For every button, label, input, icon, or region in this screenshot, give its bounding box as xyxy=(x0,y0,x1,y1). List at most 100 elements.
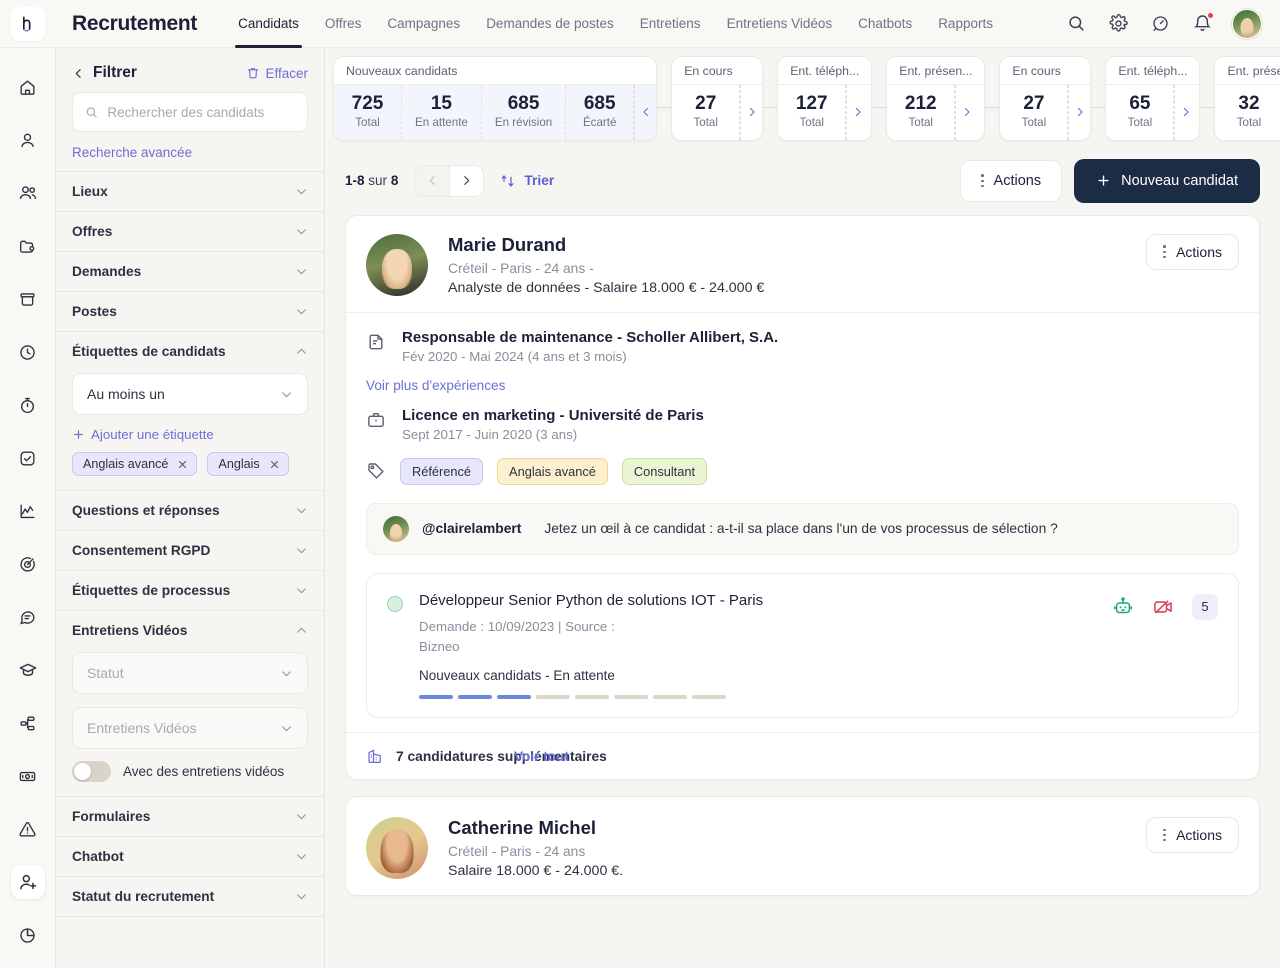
robot-icon[interactable] xyxy=(1112,596,1134,618)
stage-card-en-cours-1[interactable]: En cours 27 Total xyxy=(671,56,764,141)
more-experiences-link[interactable]: Voir plus d'expériences xyxy=(366,378,505,393)
home-icon[interactable] xyxy=(11,70,45,104)
chat-bubble-icon[interactable] xyxy=(11,600,45,634)
check-square-icon[interactable] xyxy=(11,441,45,475)
clear-filters-button[interactable]: Effacer xyxy=(246,66,308,81)
filter-section-formulaires-header[interactable]: Formulaires xyxy=(56,797,324,836)
chevron-left-icon[interactable] xyxy=(634,85,656,140)
candidate-actions-button[interactable]: Actions xyxy=(1146,233,1239,270)
filter-section-statut-recrutement-header[interactable]: Statut du recrutement xyxy=(56,877,324,916)
nav-tab-demandes-de-postes[interactable]: Demandes de postes xyxy=(473,0,627,48)
candidate-name[interactable]: Marie Durand xyxy=(448,234,764,256)
view-all-applications-link[interactable]: Voir tout xyxy=(514,749,569,764)
candidate-tags: Référencé Anglais avancé Consultant xyxy=(366,457,1239,485)
filter-section-lieux-header[interactable]: Lieux xyxy=(56,172,324,211)
workflow-icon[interactable] xyxy=(11,706,45,740)
filter-section-questions-reponses-header[interactable]: Questions et réponses xyxy=(56,491,324,530)
candidate-avatar[interactable] xyxy=(366,817,428,880)
user-plus-icon[interactable] xyxy=(10,865,45,899)
nav-tab-campagnes[interactable]: Campagnes xyxy=(374,0,473,48)
tag-chip[interactable]: Anglais xyxy=(207,452,289,476)
stage-card-en-cours-2[interactable]: En cours 27 Total xyxy=(999,56,1092,141)
next-page-button[interactable] xyxy=(449,165,483,196)
candidate-actions-label: Actions xyxy=(1176,243,1222,260)
chevron-right-icon[interactable] xyxy=(955,85,977,140)
stage-card-ent-presentiel-1[interactable]: Ent. présen... 212 Total xyxy=(886,56,986,141)
chevron-right-icon[interactable] xyxy=(1068,85,1090,140)
stage-card-ent-telephonique-1[interactable]: Ent. téléph... 127 Total xyxy=(777,56,873,141)
user-avatar[interactable] xyxy=(1232,8,1262,39)
stage-card-ent-telephonique-2[interactable]: Ent. téléph... 65 Total xyxy=(1105,56,1201,141)
process-title[interactable]: Développeur Senior Python de solutions I… xyxy=(419,592,763,609)
close-icon[interactable] xyxy=(269,459,280,470)
candidate-process-card[interactable]: Développeur Senior Python de solutions I… xyxy=(366,572,1239,719)
with-video-interviews-toggle[interactable] xyxy=(72,761,111,782)
candidate-tag[interactable]: Anglais avancé xyxy=(497,457,608,485)
app-logo[interactable] xyxy=(0,0,56,48)
graduation-cap-icon[interactable] xyxy=(11,653,45,687)
candidate-tag[interactable]: Référencé xyxy=(400,457,484,485)
filter-section-postes-header[interactable]: Postes xyxy=(56,292,324,331)
tags-match-select[interactable]: Au moins un xyxy=(72,373,308,415)
new-candidate-label: Nouveau candidat xyxy=(1121,172,1238,189)
stage-card-ent-presentiel-2[interactable]: Ent. présen... 32 Total xyxy=(1214,56,1280,141)
chevron-right-icon[interactable] xyxy=(740,85,762,140)
filter-section-chatbot-header[interactable]: Chatbot xyxy=(56,837,324,876)
stopwatch-icon[interactable] xyxy=(11,388,45,422)
filter-section-entretiens-videos-header[interactable]: Entretiens Vidéos xyxy=(56,611,324,650)
nav-tab-offres[interactable]: Offres xyxy=(312,0,375,48)
nav-tab-entretiens[interactable]: Entretiens xyxy=(627,0,714,48)
close-icon[interactable] xyxy=(177,459,188,470)
nav-tab-chatbots[interactable]: Chatbots xyxy=(845,0,925,48)
filter-section-demandes-header[interactable]: Demandes xyxy=(56,252,324,291)
nav-tab-entretiens-videos[interactable]: Entretiens Vidéos xyxy=(714,0,846,48)
video-interviews-select[interactable]: Entretiens Vidéos xyxy=(72,707,308,749)
chart-line-icon[interactable] xyxy=(11,494,45,528)
search-candidates-box[interactable] xyxy=(72,92,308,132)
stage-metrics: 27 Total xyxy=(1000,85,1090,140)
candidate-actions-button[interactable]: Actions xyxy=(1146,817,1239,854)
user-icon[interactable] xyxy=(11,123,45,157)
actions-button[interactable]: Actions xyxy=(959,159,1063,202)
candidate-name[interactable]: Catherine Michel xyxy=(448,817,623,839)
filter-section-offres-header[interactable]: Offres xyxy=(56,212,324,251)
chevron-right-icon[interactable] xyxy=(846,85,868,140)
alert-triangle-icon[interactable] xyxy=(11,812,45,846)
advanced-search-link[interactable]: Recherche avancée xyxy=(56,132,324,171)
filter-section-label: Questions et réponses xyxy=(72,503,220,518)
sort-button[interactable]: Trier xyxy=(500,173,554,189)
speedometer-icon[interactable] xyxy=(1148,12,1172,36)
candidate-tag[interactable]: Consultant xyxy=(621,457,708,485)
chevron-down-icon xyxy=(295,584,308,597)
archive-icon[interactable] xyxy=(11,282,45,316)
video-off-icon[interactable] xyxy=(1152,596,1174,618)
users-icon[interactable] xyxy=(11,176,45,210)
video-status-select[interactable]: Statut xyxy=(72,652,308,694)
pie-chart-icon[interactable] xyxy=(11,918,45,952)
more-applications-row[interactable]: 7 candidatures supplémentaires Voir tout xyxy=(346,732,1259,779)
filter-section-label: Étiquettes de processus xyxy=(72,583,231,598)
previous-page-button[interactable] xyxy=(415,165,450,196)
nav-tab-candidats[interactable]: Candidats xyxy=(225,0,312,48)
search-icon[interactable] xyxy=(1064,12,1088,36)
filter-section-etiquettes-candidats-header[interactable]: Étiquettes de candidats xyxy=(56,332,324,371)
bell-icon[interactable] xyxy=(1190,11,1214,36)
nav-tab-rapports[interactable]: Rapports xyxy=(925,0,1006,48)
stage-card-nouveaux-candidats[interactable]: Nouveaux candidats 725 Total 15 En atten… xyxy=(333,56,658,141)
new-candidate-button[interactable]: Nouveau candidat xyxy=(1074,158,1260,203)
search-input[interactable] xyxy=(107,104,295,120)
candidate-avatar[interactable] xyxy=(366,233,428,296)
money-icon[interactable] xyxy=(11,759,45,793)
add-tag-button[interactable]: Ajouter une étiquette xyxy=(72,415,308,452)
chevron-left-icon[interactable] xyxy=(72,67,85,80)
gear-icon[interactable] xyxy=(1106,12,1130,36)
chevron-right-icon[interactable] xyxy=(1174,85,1196,140)
filter-section-consentement-rgpd-header[interactable]: Consentement RGPD xyxy=(56,531,324,570)
clock-icon[interactable] xyxy=(11,335,45,369)
filter-section-etiquettes-processus-header[interactable]: Étiquettes de processus xyxy=(56,571,324,610)
tag-chip[interactable]: Anglais avancé xyxy=(72,452,198,476)
folder-icon[interactable] xyxy=(11,229,45,263)
process-steps xyxy=(419,695,763,700)
note-author-handle[interactable]: @clairelambert xyxy=(422,521,521,536)
target-icon[interactable] xyxy=(11,547,45,581)
